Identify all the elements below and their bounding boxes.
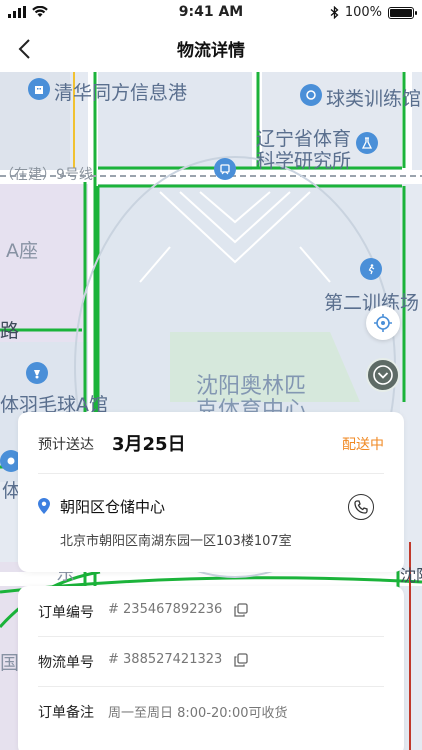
locate-icon bbox=[374, 314, 392, 332]
copy-tracking-number-icon[interactable] bbox=[234, 653, 248, 667]
divider bbox=[38, 686, 384, 687]
battery-percent: 100% bbox=[344, 5, 382, 20]
delivery-card: 预计送达 3月25日 配送中 朝阳区仓储中心 北京市朝阳区南湖东园一区103楼1… bbox=[18, 412, 404, 572]
location-pin-icon bbox=[38, 498, 50, 514]
address-detail: 北京市朝阳区南湖东园一区103楼107室 bbox=[60, 534, 292, 549]
copy-order-number-icon[interactable] bbox=[234, 603, 248, 617]
order-number-label: 订单编号 bbox=[38, 605, 94, 621]
building-poi-icon bbox=[28, 78, 50, 100]
remark-label: 订单备注 bbox=[38, 705, 94, 721]
tracking-number-value: # 388527421323 bbox=[108, 652, 223, 667]
running-poi-icon bbox=[360, 258, 382, 280]
eta-date: 3月25日 bbox=[112, 434, 186, 455]
warehouse-name: 朝阳区仓储中心 bbox=[60, 498, 166, 516]
lab-poi-icon bbox=[356, 132, 378, 154]
remark-value: 周一至周日 8:00-20:00可收货 bbox=[108, 706, 288, 721]
eta-row: 预计送达 3月25日 配送中 bbox=[38, 430, 384, 456]
map-label-liaoning-2: 科学研究所 bbox=[256, 150, 352, 172]
map-label-a-zuo: A座 bbox=[6, 240, 38, 262]
locate-button[interactable] bbox=[366, 306, 400, 340]
map-label-tsinghua: 清华同方信息港 bbox=[54, 82, 188, 104]
status-bar-right: 100% bbox=[330, 5, 417, 20]
divider bbox=[38, 473, 384, 474]
map-label-ball-training: 球类训练馆 bbox=[326, 88, 422, 110]
battery-icon bbox=[388, 6, 417, 19]
collapse-map-button[interactable] bbox=[366, 358, 400, 392]
eta-label: 预计送达 bbox=[38, 437, 94, 453]
chevron-down-circle-icon bbox=[373, 365, 393, 385]
nav-bar: 物流详情 bbox=[0, 26, 422, 72]
phone-icon bbox=[354, 500, 368, 514]
tracking-number-row: 物流单号 # 388527421323 bbox=[38, 648, 384, 674]
metro-poi-icon bbox=[214, 158, 236, 180]
map-label-lu: 路 bbox=[0, 320, 20, 342]
tracking-number-label: 物流单号 bbox=[38, 655, 94, 671]
badminton-poi-icon bbox=[26, 362, 48, 384]
divider bbox=[38, 636, 384, 637]
status-bar: 9:41 AM 100% bbox=[0, 0, 422, 26]
ball-poi-icon bbox=[300, 84, 322, 106]
page-title: 物流详情 bbox=[177, 41, 245, 61]
order-number-value: # 235467892236 bbox=[108, 602, 223, 617]
map-label-metro-line: （在建）9号线 bbox=[0, 167, 93, 183]
order-number-row: 订单编号 # 235467892236 bbox=[38, 598, 384, 624]
delivery-status-badge: 配送中 bbox=[342, 437, 384, 453]
remark-row: 订单备注 周一至周日 8:00-20:00可收货 bbox=[38, 698, 384, 724]
order-info-card: 订单编号 # 235467892236 物流单号 # 388527421323 … bbox=[18, 586, 404, 750]
bluetooth-icon bbox=[330, 6, 339, 19]
call-button[interactable] bbox=[348, 494, 374, 520]
